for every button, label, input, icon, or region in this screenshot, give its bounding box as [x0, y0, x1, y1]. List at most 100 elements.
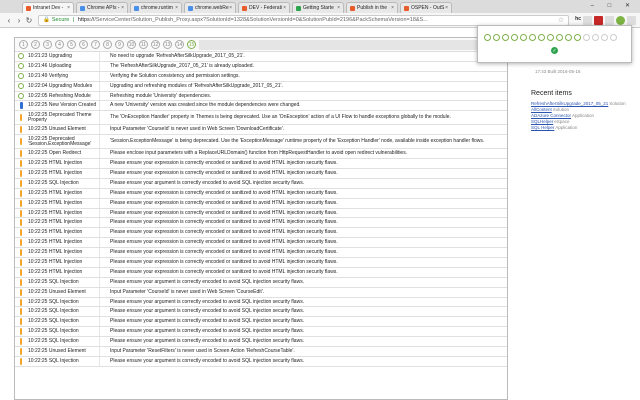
tab-close-icon[interactable]: × — [175, 5, 178, 11]
tab-label: Publish in the — [357, 5, 388, 11]
progress-dot — [520, 34, 527, 41]
log-row: 10:22:25 Unused Element Input Parameter '… — [15, 287, 507, 298]
log-time-category: 10:22:25 SQL Injection — [28, 318, 79, 325]
log-status — [15, 318, 27, 326]
tab-close-icon[interactable]: × — [391, 5, 394, 11]
browser-tab[interactable]: chrome.webRe × — [184, 2, 236, 13]
recent-item-link[interactable]: RefreshAfterSilkUpgrade_2017_05_21 — [531, 101, 608, 106]
browser-tab[interactable]: Getting Starte × — [292, 2, 344, 13]
tab-label: Getting Starte — [303, 5, 334, 11]
tab-close-icon[interactable]: × — [283, 5, 286, 11]
tab-close-icon[interactable]: × — [445, 5, 448, 11]
tab-favicon-icon — [242, 5, 247, 11]
url-field[interactable]: 🔒 Secure | https:// /ServiceCenter/Solut… — [38, 14, 570, 26]
tab-close-icon[interactable]: × — [229, 5, 232, 11]
log-row: 10:22:25 SQL Injection Please ensure your… — [15, 356, 507, 367]
warning-icon — [20, 239, 22, 247]
log-message: Please ensure your expression is correct… — [99, 258, 507, 267]
log-time-category: 10:22:25 Unused Element — [28, 347, 86, 354]
recent-item-link[interactable]: AllContent — [531, 107, 552, 112]
log-time-category: 10:22:25 HTML Injection — [28, 219, 83, 226]
warning-icon — [20, 249, 22, 257]
log-row: 10:22:25 SQL Injection Please ensure your… — [15, 178, 507, 189]
progress-dot — [592, 34, 599, 41]
log-row: 10:22:25 Unused Element Input Parameter '… — [15, 347, 507, 357]
log-time-category: 10:22:25 HTML Injection — [28, 268, 83, 275]
log-message: Please ensure your expression is correct… — [99, 159, 507, 169]
log-time-category: 10:22:04 Upgrading Modules — [28, 82, 93, 89]
log-status — [15, 150, 27, 158]
back-icon[interactable]: ‹ — [4, 16, 14, 25]
browser-tab[interactable]: chrome.runtim × — [130, 2, 182, 13]
log-time-category: 10:22:25 HTML Injection — [28, 249, 83, 256]
tab-close-icon[interactable]: × — [121, 5, 124, 11]
tab-label: Intranet Dev - — [33, 5, 64, 11]
warning-icon — [20, 278, 22, 286]
recent-item-link[interactable]: SQL Helper — [531, 125, 554, 130]
browser-tab[interactable]: Publish in the × — [346, 2, 398, 13]
log-time-category: 10:22:25 SQL Injection — [28, 357, 79, 364]
browser-tab[interactable]: Intranet Dev - × — [22, 2, 74, 13]
secure-label: Secure — [51, 17, 70, 23]
log-message: Please ensure your expression is correct… — [99, 188, 507, 198]
log-time-category: 10:21:46 Uploading — [28, 62, 72, 69]
tab-favicon-icon — [134, 5, 139, 11]
log-status — [15, 126, 27, 134]
log-message: Please ensure your argument is correctly… — [99, 356, 507, 366]
log-time-category: 10:22:05 Refreshing Module — [28, 92, 91, 99]
publish-step: 13 — [163, 40, 172, 49]
url-scheme: https:// — [77, 17, 95, 23]
tab-close-icon[interactable]: × — [337, 5, 340, 11]
publish-log-panel: 1 2 3 4 5 6 7 8 9 10 11 12 13 14 15 10:21:23 Upgrading… — [14, 37, 508, 400]
log-row: 10:22:25 Deprecated 'Session.ExceptionMe… — [15, 135, 507, 150]
tab-label: chrome.runtim — [141, 5, 173, 11]
publish-step: 12 — [151, 40, 160, 49]
browser-tab[interactable]: DEV - Federati × — [238, 2, 290, 13]
log-time-category: 10:22:25 HTML Injection — [28, 209, 83, 216]
progress-dot — [601, 34, 608, 41]
log-message: Please ensure your expression is correct… — [99, 208, 507, 218]
extension-red-icon[interactable] — [594, 15, 603, 25]
tab-favicon-icon — [296, 5, 301, 11]
extension-hc-icon[interactable]: hc — [575, 16, 581, 25]
url-text: /ServiceCenter/Solution_Publish_Proxy.as… — [94, 17, 428, 23]
log-row: 10:22:25 HTML Injection Please ensure you… — [15, 159, 507, 170]
progress-dot — [583, 34, 590, 41]
log-row: 10:22:25 HTML Injection Please ensure you… — [15, 228, 507, 239]
bookmark-star-icon[interactable]: ☆ — [558, 16, 564, 24]
log-status — [15, 102, 27, 110]
log-status — [15, 239, 27, 247]
success-icon — [18, 83, 24, 90]
extension-popup: ✓ — [477, 25, 632, 63]
recent-item-link[interactable]: SQLHelper — [531, 119, 553, 124]
steps-bar — [199, 39, 503, 50]
tab-close-icon[interactable]: × — [67, 5, 70, 11]
publish-steps: 1 2 3 4 5 6 7 8 9 10 11 12 13 14 15 — [15, 38, 507, 52]
forward-icon[interactable]: › — [14, 16, 24, 25]
sidebar: 17:43 Built 2016-05-16 Recent items Refr… — [523, 28, 640, 400]
extension-progress-icon[interactable] — [616, 15, 625, 25]
recent-item-link[interactable]: ADAzure Connector — [531, 113, 571, 118]
menu-icon[interactable] — [627, 15, 636, 25]
extension-icon[interactable] — [605, 15, 614, 25]
log-row: 10:22:25 SQL Injection Please ensure your… — [15, 317, 507, 328]
warning-icon — [20, 199, 22, 207]
progress-dot — [610, 34, 617, 41]
log-row: 10:22:25 SQL Injection Please ensure your… — [15, 307, 507, 318]
log-status — [15, 189, 27, 197]
window-controls[interactable]: – □ ✕ — [591, 2, 636, 9]
browser-tab[interactable]: Chrome APIs - × — [76, 2, 128, 13]
reload-icon[interactable]: ↻ — [24, 16, 34, 25]
log-status — [15, 268, 27, 276]
log-row: 10:22:25 HTML Injection Please ensure you… — [15, 169, 507, 179]
tab-favicon-icon — [26, 5, 31, 11]
page-content: 1 2 3 4 5 6 7 8 9 10 11 12 13 14 15 10:21:23 Upgrading… — [0, 28, 640, 400]
log-time-category: 10:22:25 HTML Injection — [28, 160, 83, 167]
log-time-category: 10:22:25 SQL Injection — [28, 308, 79, 315]
log-row: 10:21:49 Verifying Verifying the Solution… — [15, 71, 507, 82]
warning-icon — [20, 169, 22, 177]
log-row: 10:22:25 HTML Injection Please ensure you… — [15, 238, 507, 249]
browser-tab[interactable]: OSPEN - OutS × — [400, 2, 452, 13]
extension-icon[interactable] — [583, 15, 592, 25]
warning-icon — [20, 114, 22, 122]
